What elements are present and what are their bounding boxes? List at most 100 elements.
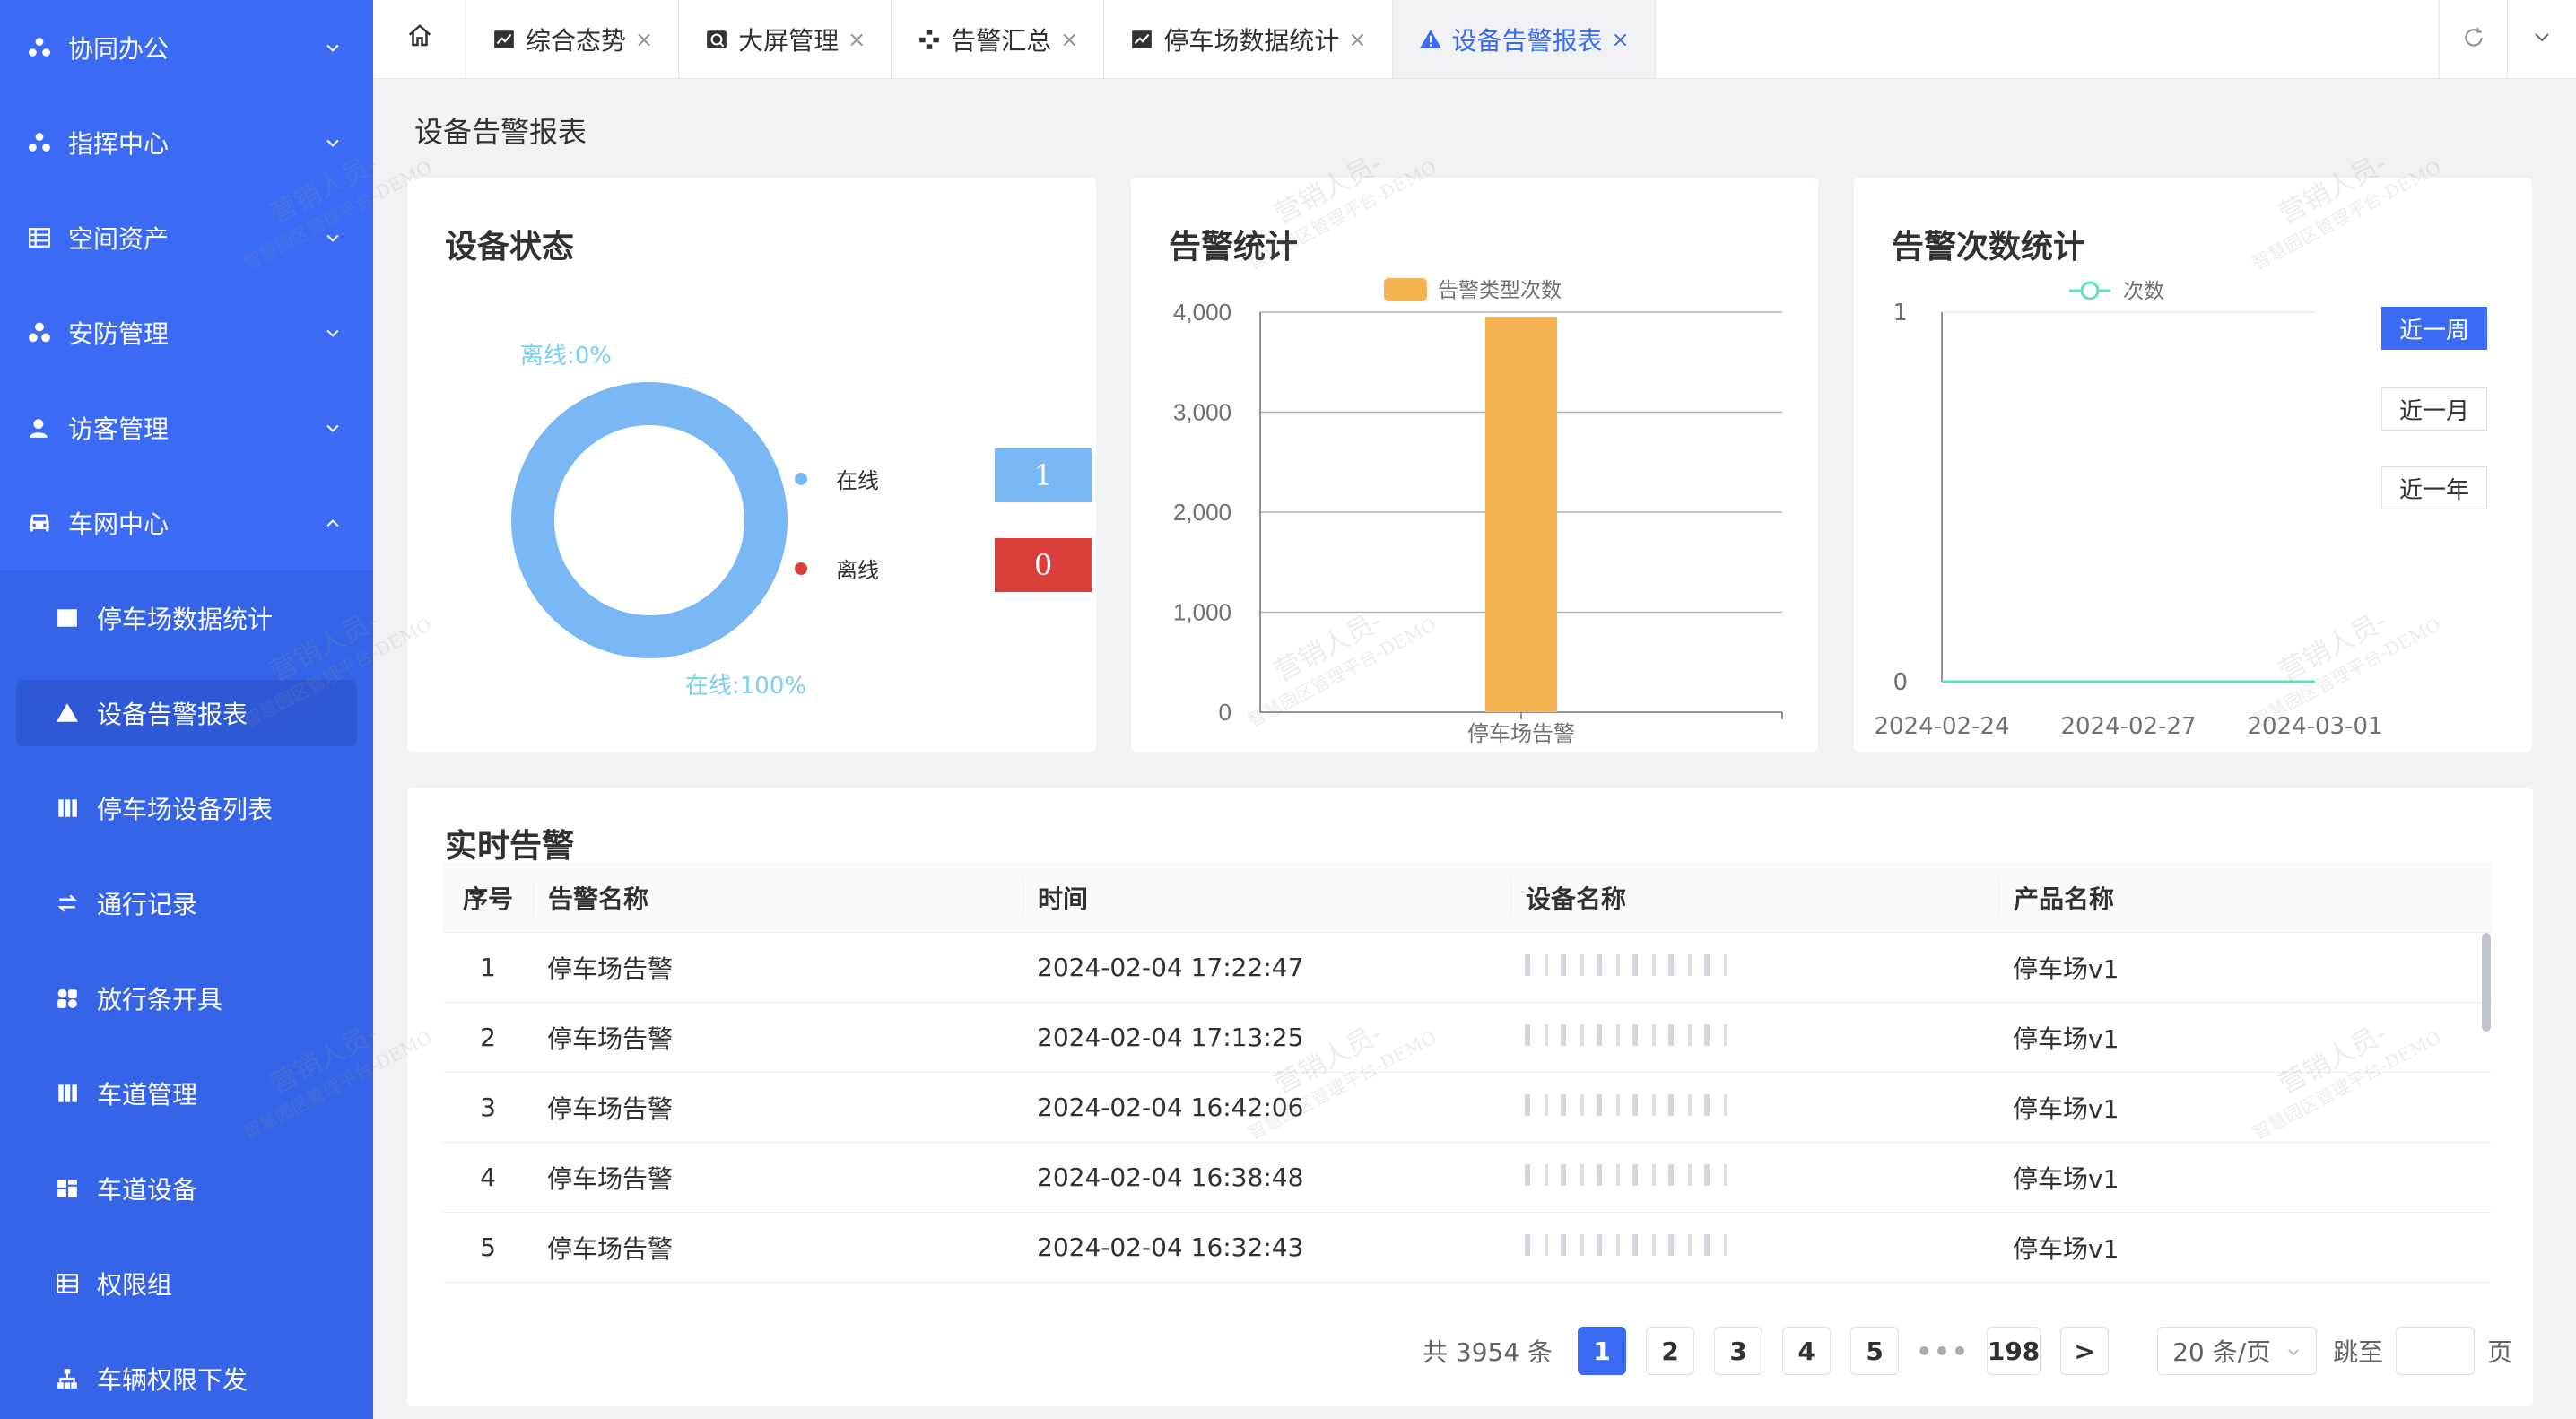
sidebar: 协同办公 指挥中心 空间资产 安防管理 访客管理 车网中心 停车场数据统计 设备告警报表 停车场…	[0, 0, 373, 1419]
page-button-2[interactable]: 2	[1646, 1327, 1695, 1375]
transfer-icon	[56, 892, 79, 915]
chevron-down-icon	[323, 38, 343, 57]
sidebar-group-5[interactable]: 车网中心	[0, 475, 373, 570]
cell-device-name	[1510, 1232, 1998, 1262]
sidebar-item-8[interactable]: 车辆权限下发	[0, 1331, 373, 1419]
line-x-label: 2024-03-01	[2247, 713, 2382, 740]
redacted-device-name	[1525, 1024, 1731, 1046]
pagination: 共 3954 条 1 2 3 4 5 ••• 198 >20 条/页 跳至 页	[1423, 1326, 2512, 1376]
column-header[interactable]: 产品名称	[1998, 879, 2492, 916]
bar-y-tick: 0	[1219, 699, 1231, 726]
tab-2[interactable]: 告警汇总 ×	[892, 0, 1105, 78]
offline-count-box: 0	[995, 538, 1092, 592]
chevron-down-icon	[323, 418, 343, 438]
range-button-2[interactable]: 近一年	[2381, 466, 2487, 509]
column-header[interactable]: 时间	[1023, 879, 1510, 916]
close-icon[interactable]: ×	[1612, 27, 1630, 52]
cell-product-name: 停车场v1	[2013, 1093, 2119, 1124]
donut-online-label: 在线:100%	[685, 673, 807, 700]
sidebar-item-5[interactable]: 车道管理	[0, 1046, 373, 1141]
alarm-count-chart: 1 0 2024-02-24 2024-02-27 2024-03-01 次数	[1874, 280, 2382, 740]
sidebar-group-3[interactable]: 安防管理	[0, 285, 373, 380]
bar-alarm-count[interactable]	[1485, 317, 1557, 712]
sidebar-item-2[interactable]: 停车场设备列表	[0, 761, 373, 856]
line-chart-icon	[1129, 27, 1154, 52]
tab-3[interactable]: 停车场数据统计 ×	[1104, 0, 1393, 78]
jump-page-input[interactable]	[2396, 1327, 2476, 1375]
close-icon[interactable]: ×	[1060, 27, 1078, 52]
page-title: 设备告警报表	[414, 115, 587, 149]
cell-product-name: 停车场v1	[2013, 953, 2119, 984]
sidebar-item-3[interactable]: 通行记录	[0, 856, 373, 951]
table-row[interactable]: 2 停车场告警 2024-02-04 17:13:25 停车场v1	[443, 1003, 2492, 1073]
bar-x-label: 停车场告警	[1467, 721, 1575, 746]
close-icon[interactable]: ×	[848, 27, 866, 52]
alarm-stats-chart: 4,000 3,000 2,000 1,000 0 停车场告警 告警类型次数	[1173, 278, 1783, 746]
page-button-3[interactable]: 3	[1714, 1327, 1763, 1375]
tab-4[interactable]: 设备告警报表 ×	[1392, 0, 1656, 78]
legend-online-label: 在线	[836, 468, 879, 493]
next-page-button[interactable]: >	[2060, 1327, 2110, 1375]
realtime-alarm-card: 实时告警 序号 告警名称 时间 设备名称 产品名称 1 停车场告警 2024-02-04 1…	[407, 788, 2533, 1406]
page-ellipsis[interactable]: •••	[1916, 1327, 1968, 1375]
bar-y-tick: 4,000	[1173, 299, 1231, 326]
tab-home[interactable]	[373, 0, 466, 78]
online-count-box: 1	[995, 448, 1092, 502]
sidebar-group-label: 空间资产	[68, 224, 170, 254]
table-scrollbar[interactable]	[2482, 933, 2491, 1032]
sidebar-item-label: 通行记录	[97, 890, 198, 919]
column-header[interactable]: 告警名称	[533, 879, 1023, 916]
sidebar-group-4[interactable]: 访客管理	[0, 380, 373, 475]
tab-label: 大屏管理	[738, 25, 840, 56]
line-y-tick: 0	[1893, 669, 1908, 696]
cell-no: 5	[480, 1232, 496, 1262]
sidebar-group-0[interactable]: 协同办公	[0, 0, 373, 95]
tab-1[interactable]: 大屏管理 ×	[679, 0, 892, 78]
cell-product-name: 停车场v1	[2013, 1163, 2119, 1194]
sidebar-item-label: 权限组	[97, 1270, 173, 1300]
cell-no: 3	[480, 1093, 496, 1122]
sidebar-submenu: 停车场数据统计设备告警报表停车场设备列表通行记录放行条开具车道管理 车道设备权限组…	[0, 570, 373, 1419]
line-x-label: 2024-02-24	[1874, 713, 2009, 740]
cell-alarm-name: 停车场告警	[547, 1093, 674, 1124]
sidebar-item-label: 放行条开具	[97, 985, 223, 1014]
tabs-dropdown-button[interactable]	[2508, 0, 2576, 78]
cell-time: 2024-02-04 16:42:06	[1037, 1093, 1304, 1122]
range-button-0[interactable]: 近一周	[2381, 307, 2487, 350]
alarm-stats-card: 告警统计 4,000 3,000 2,000 1,000 0 停车场告警 告警类型次数	[1131, 178, 1818, 752]
sidebar-group-2[interactable]: 空间资产	[0, 190, 373, 285]
cluster-icon	[27, 35, 52, 60]
chevron-up-icon	[323, 513, 343, 533]
range-button-1[interactable]: 近一月	[2381, 387, 2487, 431]
sidebar-item-1[interactable]: 设备告警报表	[16, 680, 357, 746]
table-header: 序号 告警名称 时间 设备名称 产品名称	[443, 863, 2492, 933]
cell-device-name	[1510, 953, 1998, 982]
page-button-5[interactable]: 5	[1850, 1327, 1900, 1375]
close-icon[interactable]: ×	[635, 27, 653, 52]
table-row[interactable]: 1 停车场告警 2024-02-04 17:22:47 停车场v1	[443, 933, 2492, 1003]
sidebar-item-4[interactable]: 放行条开具	[0, 951, 373, 1046]
screen-icon	[704, 27, 729, 52]
refresh-button[interactable]	[2440, 0, 2508, 78]
realtime-alarm-title: 实时告警	[445, 828, 575, 865]
cell-alarm-name: 停车场告警	[547, 1163, 674, 1194]
close-icon[interactable]: ×	[1348, 27, 1366, 52]
page-button-1[interactable]: 1	[1578, 1327, 1627, 1375]
sidebar-group-1[interactable]: 指挥中心	[0, 95, 373, 190]
page-button-4[interactable]: 4	[1782, 1327, 1832, 1375]
column-header[interactable]: 设备名称	[1510, 879, 1998, 916]
chevron-down-icon	[2531, 27, 2553, 52]
sidebar-item-7[interactable]: 权限组	[0, 1236, 373, 1331]
column-header[interactable]: 序号	[443, 880, 533, 916]
sidebar-group-label: 安防管理	[68, 319, 170, 349]
pagination-total: 共 3954 条	[1423, 1337, 1553, 1367]
table-row[interactable]: 3 停车场告警 2024-02-04 16:42:06 停车场v1	[443, 1073, 2492, 1143]
table-row[interactable]: 4 停车场告警 2024-02-04 16:38:48 停车场v1	[443, 1143, 2492, 1213]
sidebar-item-6[interactable]: 车道设备	[0, 1141, 373, 1236]
sidebar-item-0[interactable]: 停车场数据统计	[0, 570, 373, 666]
tab-0[interactable]: 综合态势 ×	[466, 0, 680, 78]
flow-icon	[917, 27, 942, 52]
page-size-select[interactable]: 20 条/页	[2157, 1327, 2318, 1375]
page-button-last[interactable]: 198	[1987, 1327, 2041, 1375]
table-row[interactable]: 5 停车场告警 2024-02-04 16:32:43 停车场v1	[443, 1213, 2492, 1283]
